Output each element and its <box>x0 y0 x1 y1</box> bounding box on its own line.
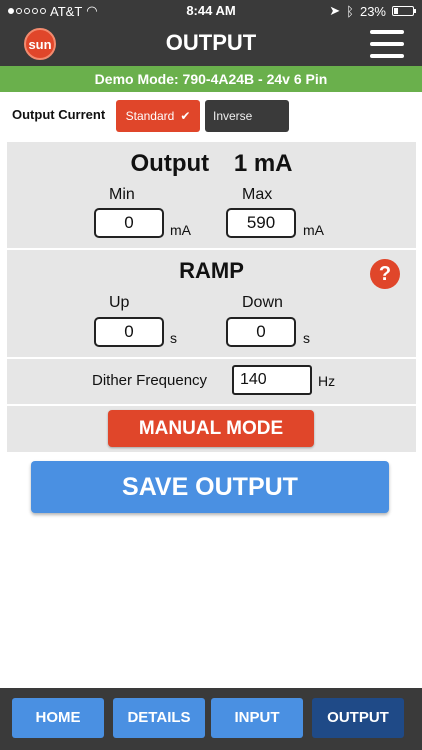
standard-label: Standard <box>125 109 175 123</box>
ramp-title: RAMP <box>179 258 244 283</box>
dither-frequency-input[interactable]: 140 <box>232 365 312 395</box>
min-label: Min <box>109 186 135 203</box>
ramp-up-input[interactable]: 0 <box>94 317 164 347</box>
demo-mode-banner: Demo Mode: 790-4A24B - 24v 6 Pin <box>0 66 422 92</box>
ramp-panel: RAMP ? Up Down 0 s 0 s <box>7 250 416 357</box>
hamburger-menu-icon[interactable] <box>370 30 404 58</box>
min-input[interactable]: 0 <box>94 208 164 238</box>
ramp-up-unit: s <box>170 330 177 346</box>
dither-panel: Dither Frequency 140 Hz <box>7 359 416 404</box>
max-unit: mA <box>303 222 324 238</box>
down-label: Down <box>242 294 283 311</box>
output-panel: Output 1 mA Min Max 0 mA 590 mA <box>7 142 416 248</box>
status-bar: AT&T ◠ 8:44 AM ➤ ᛒ 23% <box>0 0 422 22</box>
help-icon[interactable]: ? <box>370 259 400 289</box>
battery-percent: 23% <box>359 3 386 19</box>
location-icon: ➤ <box>329 3 341 18</box>
dither-frequency-label: Dither Frequency <box>92 372 208 389</box>
checkmark-icon: ✔ <box>180 109 191 123</box>
dither-unit: Hz <box>318 373 336 389</box>
battery-icon <box>392 6 416 16</box>
manual-mode-button[interactable]: MANUAL MODE <box>108 410 314 447</box>
output-current-row: Output Current Standard ✔ Inverse <box>0 96 422 138</box>
output-title: Output <box>130 150 210 177</box>
status-right: ➤ ᛒ 23% <box>329 3 416 19</box>
page-title: OUTPUT <box>165 30 257 55</box>
nav-input-button[interactable]: INPUT <box>211 698 303 738</box>
up-label: Up <box>109 294 130 311</box>
standard-button[interactable]: Standard ✔ <box>116 100 200 132</box>
max-label: Max <box>242 186 273 203</box>
bluetooth-icon: ᛒ <box>346 3 354 19</box>
output-heading: Output 1 mA <box>7 150 416 178</box>
app-header: sun OUTPUT <box>0 22 422 66</box>
bottom-nav: HOME DETAILS INPUT OUTPUT <box>0 688 422 750</box>
output-current-label: Output Current <box>12 107 106 122</box>
output-current-value: 1 mA <box>233 150 293 177</box>
nav-output-button[interactable]: OUTPUT <box>312 698 404 738</box>
ramp-down-input[interactable]: 0 <box>226 317 296 347</box>
nav-home-button[interactable]: HOME <box>12 698 104 738</box>
inverse-button[interactable]: Inverse <box>205 100 289 132</box>
min-unit: mA <box>170 222 191 238</box>
max-input[interactable]: 590 <box>226 208 296 238</box>
ramp-down-unit: s <box>303 330 310 346</box>
manual-mode-panel: MANUAL MODE <box>7 406 416 452</box>
nav-details-button[interactable]: DETAILS <box>113 698 205 738</box>
save-output-button[interactable]: SAVE OUTPUT <box>31 461 389 513</box>
